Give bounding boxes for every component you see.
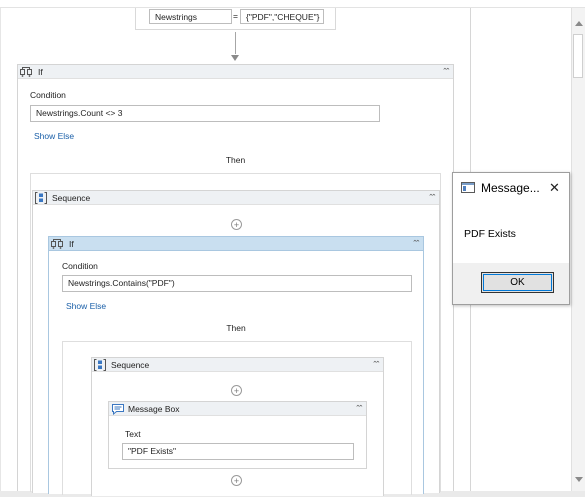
if-inner-show-else-link[interactable]: Show Else <box>66 301 106 311</box>
sequence-icon <box>94 359 106 371</box>
add-activity-icon[interactable]: + <box>231 475 242 486</box>
sequence-outer-header[interactable]: Sequence ⌃⌃ <box>33 191 439 205</box>
dialog-title: Message... <box>481 181 540 195</box>
if-inner-condition-field[interactable]: Newstrings.Contains("PDF") <box>62 275 412 292</box>
if-activity-inner[interactable]: If ⌃⌃ Condition Newstrings.Contains("PDF… <box>48 236 424 496</box>
add-activity-icon[interactable]: + <box>231 219 242 230</box>
message-box-text-field[interactable]: "PDF Exists" <box>122 443 354 460</box>
if-outer-then-label: Then <box>225 155 246 165</box>
if-icon <box>51 239 63 249</box>
sequence-outer-title: Sequence <box>52 193 91 203</box>
add-activity-icon[interactable]: + <box>231 385 242 396</box>
if-outer-then-area[interactable]: Sequence ⌃⌃ + If ⌃⌃ Condition Newstrings… <box>30 173 441 496</box>
assign-value-field[interactable]: {"PDF","CHEQUE"} <box>240 9 324 24</box>
scroll-down-icon[interactable] <box>575 477 583 482</box>
window-icon <box>461 182 475 193</box>
scrollbar-thumb[interactable] <box>573 34 583 78</box>
flow-connector <box>235 32 236 54</box>
sequence-activity-outer[interactable]: Sequence ⌃⌃ + If ⌃⌃ Condition Newstrings… <box>32 190 440 496</box>
top-border <box>0 0 585 8</box>
sequence-inner-title: Sequence <box>111 360 150 370</box>
if-outer-header[interactable]: If ⌃⌃ <box>18 65 453 79</box>
message-box-title: Message Box <box>128 404 180 414</box>
if-activity-outer[interactable]: If ⌃⌃ Condition Newstrings.Count <> 3 Sh… <box>17 64 454 496</box>
if-outer-condition-field[interactable]: Newstrings.Count <> 3 <box>30 105 380 122</box>
if-outer-show-else-link[interactable]: Show Else <box>34 131 74 141</box>
vertical-scrollbar[interactable] <box>571 8 585 491</box>
flow-arrow-icon <box>231 55 239 61</box>
if-inner-header[interactable]: If ⌃⌃ <box>49 237 423 251</box>
if-inner-then-label: Then <box>226 323 246 333</box>
message-box-icon <box>112 404 124 415</box>
assign-activity[interactable]: Newstrings = {"PDF","CHEQUE"} <box>135 8 336 30</box>
collapse-icon[interactable]: ⌃⌃ <box>355 402 364 416</box>
if-outer-condition-label: Condition <box>30 90 66 100</box>
message-box-header[interactable]: Message Box ⌃⌃ <box>109 402 366 416</box>
collapse-icon[interactable]: ⌃⌃ <box>412 237 421 251</box>
if-outer-title: If <box>38 67 43 77</box>
message-box-text-label: Text <box>125 429 141 439</box>
message-box-activity[interactable]: Message Box ⌃⌃ Text "PDF Exists" <box>108 401 367 469</box>
assign-target-field[interactable]: Newstrings <box>149 9 232 24</box>
if-inner-then-area[interactable]: Sequence ⌃⌃ + Message Box ⌃⌃ Text "PDF E… <box>62 341 412 496</box>
scroll-up-icon[interactable] <box>575 21 583 26</box>
dialog-message: PDF Exists <box>464 228 516 240</box>
assign-operator: = <box>233 11 238 21</box>
sequence-inner-header[interactable]: Sequence ⌃⌃ <box>92 358 383 372</box>
if-icon <box>20 67 32 77</box>
collapse-icon[interactable]: ⌃⌃ <box>428 191 437 205</box>
collapse-icon[interactable]: ⌃⌃ <box>372 358 381 372</box>
collapse-icon[interactable]: ⌃⌃ <box>442 65 451 79</box>
message-dialog[interactable]: Message... ✕ PDF Exists OK <box>452 172 570 305</box>
sequence-activity-inner[interactable]: Sequence ⌃⌃ + Message Box ⌃⌃ Text "PDF E… <box>91 357 384 496</box>
if-inner-condition-label: Condition <box>62 261 98 271</box>
if-inner-title: If <box>69 239 74 249</box>
close-icon[interactable]: ✕ <box>549 180 560 196</box>
dialog-footer: OK <box>453 263 569 304</box>
sequence-icon <box>35 192 47 204</box>
ok-button[interactable]: OK <box>481 272 554 293</box>
